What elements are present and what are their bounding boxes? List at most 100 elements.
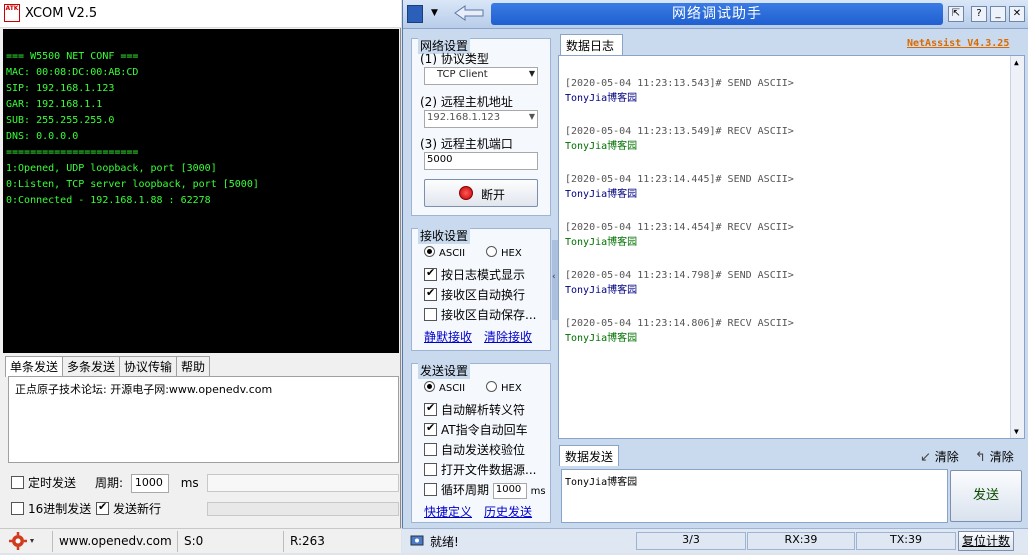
send-hex-radio[interactable]: HEX — [486, 381, 522, 394]
period-label: 周期: — [95, 476, 124, 490]
minimize-button[interactable]: _ — [990, 6, 1006, 22]
auto-checksum-checkbox[interactable]: 自动发送校验位 — [424, 441, 525, 458]
at-auto-return-checkbox[interactable]: AT指令自动回车 — [424, 421, 528, 438]
loop-period-input[interactable]: 1000 — [492, 482, 527, 499]
close-button[interactable]: ✕ — [1009, 6, 1025, 22]
xcom-extra-field[interactable] — [207, 474, 399, 492]
clear-recv-link[interactable]: 清除接收 — [484, 328, 532, 345]
data-log-area[interactable]: [2020-05-04 11:23:13.543]# SEND ASCII> T… — [558, 55, 1025, 439]
tab-single-send[interactable]: 单条发送 — [5, 356, 64, 377]
at-auto-return-check-box[interactable] — [424, 421, 437, 436]
timed-send-checkbox[interactable]: 定时发送 — [11, 474, 76, 491]
recv-hex-radio-dot[interactable] — [486, 246, 497, 257]
log-entry: [2020-05-04 11:23:14.445]# SEND ASCII> T… — [565, 174, 794, 200]
tab-help[interactable]: 帮助 — [176, 356, 211, 376]
reset-count-button[interactable]: 复位计数 — [958, 531, 1014, 551]
disconnect-label: 断开 — [481, 188, 506, 202]
log-entry-header: [2020-05-04 11:23:13.543]# SEND ASCII> — [565, 78, 794, 89]
loop-period-checkbox[interactable]: 循环周期 1000 ms — [424, 481, 546, 499]
console-line: SUB: 255.255.255.0 — [6, 115, 115, 126]
net-settings-panel: 网络设置 (1) 协议类型 TCP Client ▼ (2) 远程主机地址 19… — [411, 37, 551, 216]
system-menu-icon[interactable]: ▼ — [431, 8, 438, 18]
gear-icon[interactable] — [8, 530, 36, 552]
send-textarea[interactable]: TonyJia博客园 — [561, 469, 948, 523]
recv-auto-save-check-box[interactable] — [424, 308, 437, 321]
netassist-title-bar: ▼ 网络调试助手 ⇱ ? _ ✕ — [403, 0, 1028, 29]
log-mode-checkbox[interactable]: 按日志模式显示 — [424, 266, 525, 283]
scroll-up-icon[interactable]: ▲ — [1014, 58, 1019, 67]
clear-label-1: 清除 — [934, 450, 959, 464]
loop-period-check-box[interactable] — [424, 483, 437, 496]
history-send-link[interactable]: 历史发送 — [484, 503, 532, 520]
auto-checksum-check-box[interactable] — [424, 443, 437, 456]
auto-escape-check-box[interactable] — [424, 401, 437, 416]
netassist-status-bar: 就绪! 3/3 RX:39 TX:39 复位计数 — [402, 528, 1028, 553]
open-file-source-label: 打开文件数据源... — [441, 463, 537, 477]
loop-period-unit: ms — [530, 486, 546, 497]
recv-ascii-radio[interactable]: ASCII — [424, 246, 465, 259]
remote-addr-input[interactable]: 192.168.1.123 ▼ — [424, 110, 538, 128]
chevron-down-icon: ▼ — [528, 112, 535, 121]
send-ascii-radio[interactable]: ASCII — [424, 381, 465, 394]
tab-multi-send[interactable]: 多条发送 — [62, 356, 121, 376]
xcom-title-bar: ATK XCOM V2.5 — [0, 0, 401, 28]
recv-auto-save-checkbox[interactable]: 接收区自动保存... — [424, 306, 536, 323]
ready-icon — [410, 533, 424, 547]
send-newline-checkbox[interactable]: 发送新行 — [96, 500, 161, 517]
log-entry-body: TonyJia博客园 — [565, 93, 638, 104]
log-mode-label: 按日志模式显示 — [441, 268, 526, 282]
log-mode-check-box[interactable] — [424, 266, 437, 281]
auto-escape-checkbox[interactable]: 自动解析转义符 — [424, 401, 525, 418]
open-file-source-check-box[interactable] — [424, 463, 437, 476]
log-entry-header: [2020-05-04 11:23:14.454]# RECV ASCII> — [565, 222, 794, 233]
at-auto-return-label: AT指令自动回车 — [441, 423, 528, 437]
log-scrollbar[interactable]: ▲ ▼ — [1010, 56, 1024, 438]
help-button[interactable]: ? — [971, 6, 987, 22]
scroll-down-icon[interactable]: ▼ — [1014, 427, 1019, 436]
recv-auto-save-label: 接收区自动保存... — [441, 308, 537, 322]
status-rx: RX:39 — [747, 532, 855, 550]
recv-ascii-radio-dot[interactable] — [424, 246, 435, 257]
hex-send-check-box[interactable] — [11, 502, 24, 515]
recv-auto-wrap-check-box[interactable] — [424, 286, 437, 301]
disconnect-button[interactable]: 断开 — [424, 179, 538, 207]
console-line: SIP: 192.168.1.123 — [6, 83, 115, 94]
xcom-receive-console[interactable]: === W5500 NET CONF === MAC: 00:08:DC:00:… — [3, 29, 399, 353]
silent-recv-link[interactable]: 静默接收 — [424, 328, 472, 345]
send-button[interactable]: 发送 — [950, 470, 1022, 522]
xcom-send-textarea[interactable]: 正点原子技术论坛: 开源电子网:www.openedv.com — [8, 376, 399, 463]
remote-addr-value: 192.168.1.123 — [427, 112, 501, 123]
status-url: www.openedv.com — [52, 531, 176, 552]
recv-hex-radio[interactable]: HEX — [486, 246, 522, 259]
tab-data-log[interactable]: 数据日志 — [560, 34, 623, 55]
log-entry-body: TonyJia博客园 — [565, 237, 638, 248]
tab-protocol[interactable]: 协议传输 — [119, 356, 178, 376]
version-link[interactable]: NetAssist V4.3.25 — [907, 38, 1009, 49]
hex-send-checkbox[interactable]: 16进制发送 — [11, 500, 91, 517]
recv-hex-label: HEX — [501, 248, 522, 259]
console-line: MAC: 00:08:DC:00:AB:CD — [6, 67, 139, 78]
period-input[interactable]: 1000 — [130, 474, 169, 493]
timed-send-check-box[interactable] — [11, 476, 24, 489]
send-ascii-radio-dot[interactable] — [424, 381, 435, 392]
tab-data-send[interactable]: 数据发送 — [559, 445, 619, 466]
period-group: 周期: 1000 ms — [95, 474, 199, 493]
shortcut-def-link[interactable]: 快捷定义 — [424, 503, 472, 520]
recv-auto-wrap-checkbox[interactable]: 接收区自动换行 — [424, 286, 525, 303]
clear-send-button-2[interactable]: ↰ 清除 — [975, 448, 1014, 465]
open-file-source-checkbox[interactable]: 打开文件数据源... — [424, 461, 536, 478]
send-hex-radio-dot[interactable] — [486, 381, 497, 392]
remote-port-input[interactable]: 5000 — [424, 152, 538, 170]
chevron-down-icon: ▼ — [528, 69, 535, 78]
remote-port-label: (3) 远程主机端口 — [420, 137, 513, 151]
protocol-select[interactable]: TCP Client ▼ — [424, 67, 538, 85]
pin-icon[interactable]: ⇱ — [948, 6, 964, 22]
send-newline-check-box[interactable] — [96, 500, 109, 515]
auto-escape-label: 自动解析转义符 — [441, 403, 526, 417]
clear-label-2: 清除 — [989, 450, 1014, 464]
clear-send-button-1[interactable]: ↙ 清除 — [920, 448, 959, 465]
back-arrow-icon[interactable] — [451, 4, 487, 22]
remote-addr-label: (2) 远程主机地址 — [420, 95, 513, 109]
status-ready: 就绪! — [430, 535, 459, 549]
log-entry-body: TonyJia博客园 — [565, 189, 638, 200]
